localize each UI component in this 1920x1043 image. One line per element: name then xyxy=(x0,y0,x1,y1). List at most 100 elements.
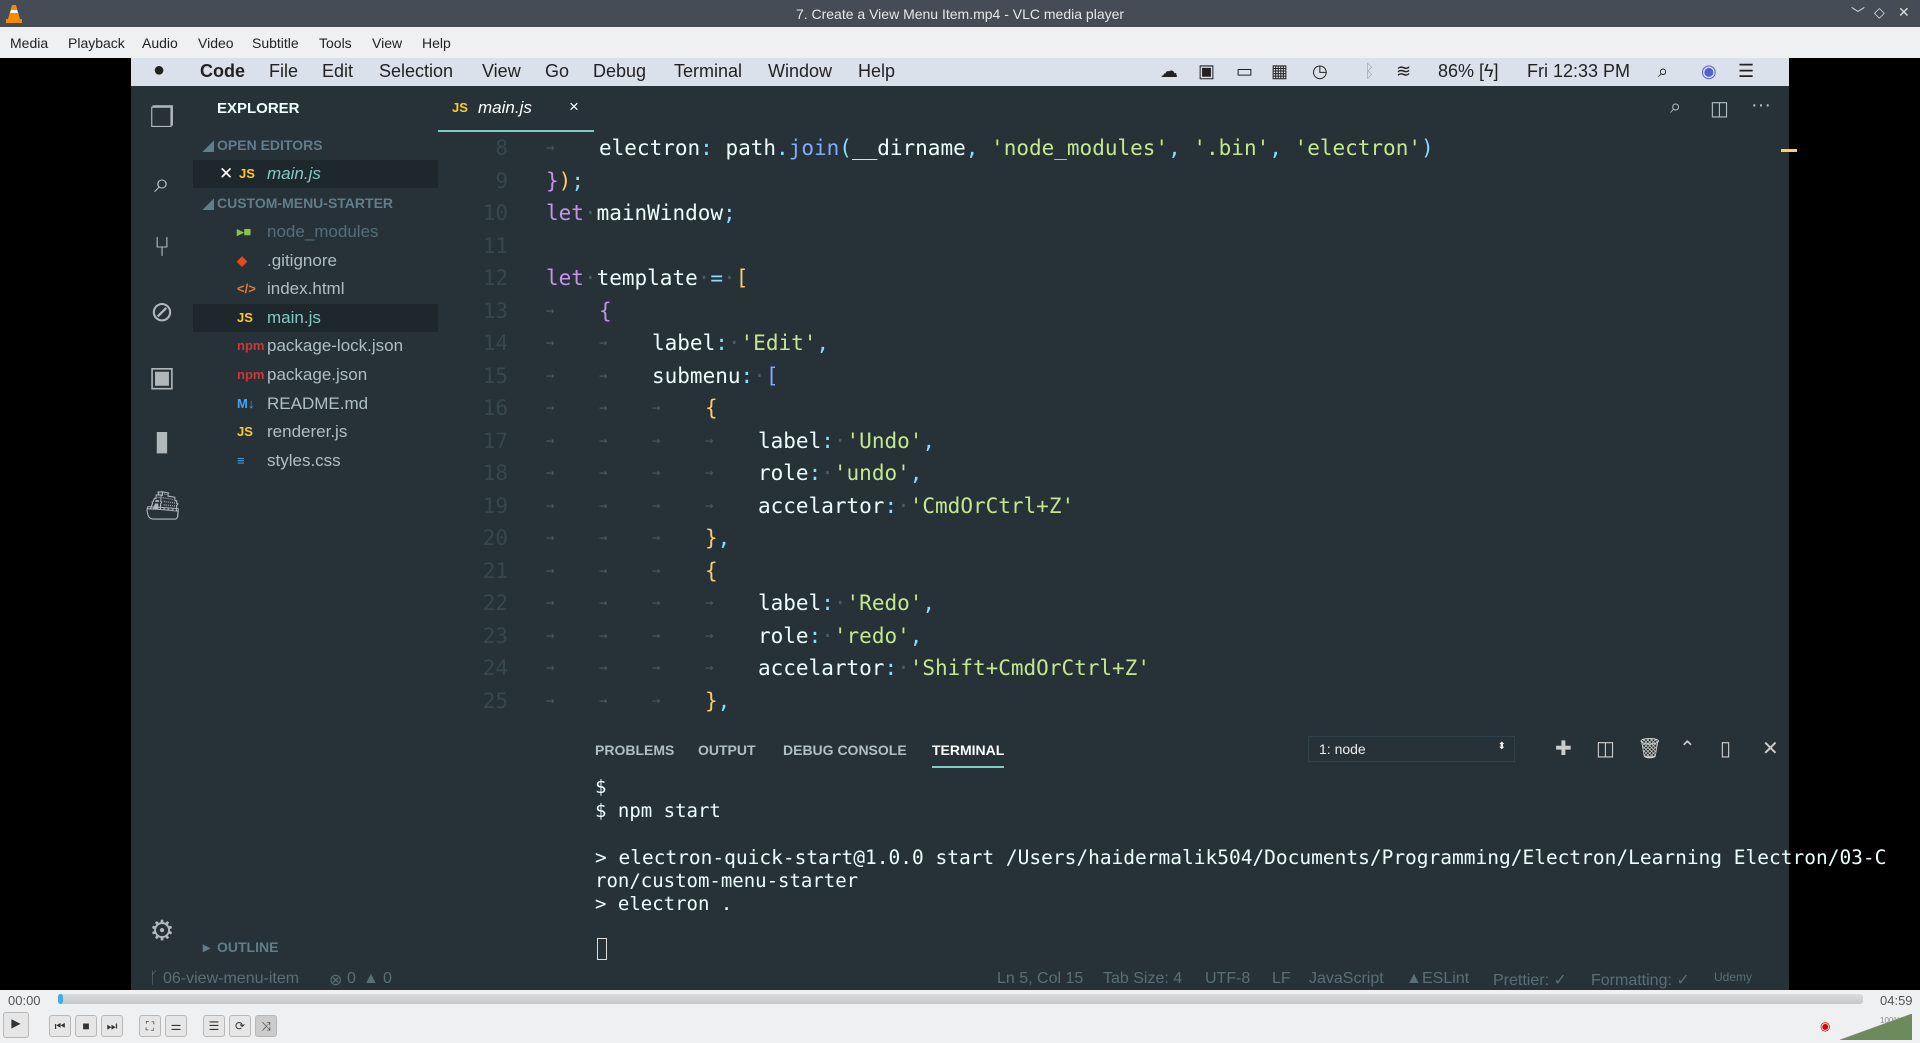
settings-gear-icon[interactable]: ⚙ xyxy=(145,914,179,948)
trash-icon[interactable]: 🗑 xyxy=(1637,736,1662,761)
prettier-status[interactable]: Prettier: ✓ xyxy=(1493,970,1567,990)
line-number: 22 xyxy=(482,591,508,615)
volume-slider[interactable] xyxy=(1840,1014,1912,1040)
line-ending[interactable]: LF xyxy=(1272,970,1291,988)
file-item[interactable]: npm package-lock.json xyxy=(193,332,438,360)
eslint-status[interactable]: ESLint xyxy=(1422,970,1469,988)
js-icon: JS xyxy=(452,100,468,115)
file-item[interactable]: npm package.json xyxy=(193,361,438,389)
stop-button[interactable]: ■ xyxy=(75,1015,97,1037)
file-item[interactable]: </> index.html xyxy=(193,275,438,303)
close-editor-icon[interactable]: ✕ xyxy=(219,160,233,188)
open-editor-item[interactable]: ✕ JS main.js xyxy=(193,160,438,188)
tab-marker: → xyxy=(705,432,714,449)
code-token: __dirname xyxy=(851,136,966,160)
line-number: 25 xyxy=(482,688,508,713)
maximize-button[interactable]: ◇ xyxy=(1874,4,1885,21)
file-item[interactable]: JS renderer.js xyxy=(193,418,438,446)
maximize-panel-icon[interactable]: ⌃ xyxy=(1679,736,1696,761)
seek-bar[interactable] xyxy=(58,994,1863,1004)
file-item[interactable]: M↓ README.md xyxy=(193,390,438,418)
split-terminal-icon[interactable]: ◫ xyxy=(1596,736,1615,761)
menu-media[interactable]: Media xyxy=(10,35,48,51)
source-control-icon[interactable]: ⑂ xyxy=(145,230,179,264)
open-editors-header[interactable]: ◢ OPEN EDITORS xyxy=(193,131,438,159)
playlist-button[interactable]: ☰ xyxy=(203,1015,225,1037)
code-text: accelartor:·'CmdOrCtrl+Z' xyxy=(758,490,1074,522)
error-count[interactable]: 0 xyxy=(347,970,356,988)
code-token: accelartor xyxy=(758,656,885,680)
code-token: · xyxy=(897,656,910,680)
fullscreen-button[interactable]: ⛶ xyxy=(139,1015,161,1037)
code-area[interactable]: 8 → electron: path.join(__dirname, 'node_m… xyxy=(438,132,1778,726)
js-icon: JS xyxy=(237,424,253,440)
project-header[interactable]: ◢ CUSTOM-MENU-STARTER xyxy=(193,189,438,217)
cursor-position[interactable]: Ln 5, Col 15 xyxy=(997,970,1083,988)
tab-marker: → xyxy=(599,692,608,709)
code-text: label:·'Edit', xyxy=(652,327,829,359)
tab-marker: → xyxy=(546,465,555,481)
encoding[interactable]: UTF-8 xyxy=(1205,970,1250,988)
menu-help[interactable]: Help xyxy=(422,35,451,51)
git-icon: ◆ xyxy=(237,252,247,268)
tab-problems[interactable]: PROBLEMS xyxy=(595,742,674,758)
tab-output[interactable]: OUTPUT xyxy=(698,742,756,758)
docker-icon[interactable]: ⛴ xyxy=(145,489,181,523)
close-panel-icon[interactable]: ✕ xyxy=(1762,736,1779,761)
close-button[interactable]: ✕ xyxy=(1898,4,1910,21)
open-preview-icon[interactable]: ⌕ xyxy=(1670,96,1681,119)
terminal-line: $ npm start xyxy=(595,800,721,822)
menu-audio[interactable]: Audio xyxy=(142,35,178,51)
terminal-line: > electron-quick-start@1.0.0 start /User… xyxy=(595,846,1887,869)
code-line: 8 → electron: path.join(__dirname, 'node_m… xyxy=(438,132,1778,164)
editor[interactable]: JS main.js × ⌕ ◫ ··· 8 → electron: path.jo… xyxy=(438,86,1797,726)
tab-terminal[interactable]: TERMINAL xyxy=(932,742,1005,768)
warning-count[interactable]: 0 xyxy=(383,970,392,988)
code-text: { xyxy=(599,295,612,327)
menu-playback[interactable]: Playback xyxy=(68,35,125,51)
outline-header[interactable]: ▸ OUTLINE xyxy=(193,933,438,961)
file-item[interactable]: ◆ .gitignore xyxy=(193,247,438,275)
debug-icon[interactable]: ⊘ xyxy=(145,295,179,329)
previous-button[interactable]: ⏮ xyxy=(49,1015,71,1037)
files-icon[interactable]: ❐ xyxy=(145,101,179,135)
language-mode[interactable]: JavaScript xyxy=(1309,970,1384,988)
formatting-status[interactable]: Formatting: ✓ xyxy=(1591,970,1690,990)
mute-icon[interactable]: ◉ xyxy=(1820,1019,1830,1033)
tab-close-icon[interactable]: × xyxy=(569,97,579,117)
next-button[interactable]: ⏭ xyxy=(101,1015,123,1037)
tab-debug-console[interactable]: DEBUG CONSOLE xyxy=(783,742,907,758)
bookmark-icon[interactable]: ▮ xyxy=(145,424,179,458)
file-item[interactable]: ▸■ node_modules xyxy=(193,218,438,246)
git-branch[interactable]: 06-view-menu-item xyxy=(163,970,299,988)
bluetooth-icon: ᛒ xyxy=(1364,61,1375,81)
new-terminal-icon[interactable]: ✚ xyxy=(1555,736,1572,761)
file-item[interactable]: ≡ styles.css xyxy=(193,447,438,475)
more-actions-icon[interactable]: ··· xyxy=(1751,94,1771,117)
explorer-sidebar: EXPLORER ◢ OPEN EDITORS ✕ JS main.js ◢ CUS… xyxy=(193,86,438,978)
loop-button[interactable]: ⟳ xyxy=(229,1015,251,1037)
menu-tools[interactable]: Tools xyxy=(319,35,352,51)
extended-settings-button[interactable]: ⚌ xyxy=(165,1015,187,1037)
extensions-icon[interactable]: ▣ xyxy=(145,360,179,394)
terminal-output[interactable]: $ $ npm start > electron-quick-start@1.0… xyxy=(595,776,1886,976)
search-icon[interactable]: ⌕ xyxy=(145,166,179,200)
menu-view[interactable]: View xyxy=(372,35,402,51)
tab-marker: → xyxy=(546,400,555,416)
tab-marker: → xyxy=(599,595,608,611)
npm-icon: npm xyxy=(237,338,265,354)
split-editor-icon[interactable]: ◫ xyxy=(1710,96,1729,121)
code-text: accelartor:·'Shift+CmdOrCtrl+Z' xyxy=(758,652,1150,684)
tab-main-js[interactable]: JS main.js × xyxy=(438,86,594,132)
file-item[interactable]: JS main.js xyxy=(193,303,438,332)
menu-subtitle[interactable]: Subtitle xyxy=(252,35,299,51)
shuffle-button[interactable]: ⤨ xyxy=(255,1015,277,1037)
play-button[interactable]: ▶ xyxy=(3,1012,29,1038)
toggle-panel-icon[interactable]: ▯ xyxy=(1720,736,1731,761)
terminal-select[interactable]: 1: node ⬍ xyxy=(1308,736,1515,762)
minimize-button[interactable]: ﹀ xyxy=(1851,4,1865,24)
menu-video[interactable]: Video xyxy=(198,35,234,51)
terminal-line: $ xyxy=(595,776,607,798)
tab-size[interactable]: Tab Size: 4 xyxy=(1103,970,1182,988)
code-line: 12 let·template·=·[ xyxy=(438,262,1778,294)
